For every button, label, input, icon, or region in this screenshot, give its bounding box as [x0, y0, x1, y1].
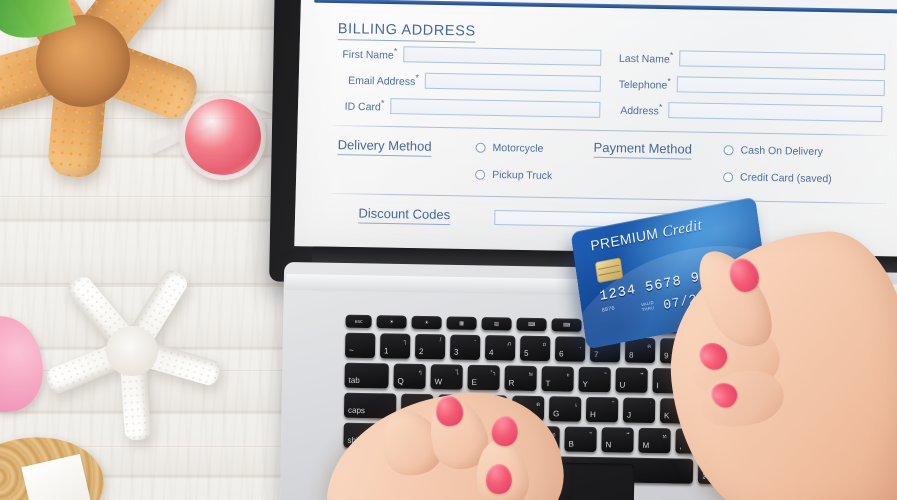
key-f1[interactable]: ☀ — [376, 315, 407, 329]
card-brand-credit: Credit — [661, 217, 704, 241]
email-address-input[interactable] — [424, 72, 601, 92]
key-m[interactable]: Mท — [638, 427, 671, 454]
key-y[interactable]: Yั — [578, 366, 611, 393]
delivery-option-motorcycle[interactable]: Motorcycle — [475, 141, 544, 155]
payment-method-title: Payment Method — [593, 139, 693, 160]
section-divider — [331, 124, 888, 137]
payment-option-cash-on-delivery[interactable]: Cash On Delivery — [723, 144, 823, 158]
address-input[interactable] — [668, 102, 883, 123]
section-divider — [330, 192, 887, 205]
form-row-last-name: Last Name* — [613, 49, 886, 71]
form-row-address: Address* — [612, 101, 883, 123]
white-starfish-icon — [24, 250, 240, 450]
page-top-accent-bar — [314, 0, 897, 14]
delivery-option-pickup-truck[interactable]: Pickup Truck — [475, 169, 552, 182]
key-5[interactable]: 5ถ — [519, 335, 551, 362]
fingernail — [485, 463, 513, 495]
key-b[interactable]: Bิ — [564, 426, 597, 453]
last-name-input[interactable] — [679, 50, 886, 71]
key-h[interactable]: H้ — [585, 396, 619, 423]
key-q[interactable]: Qๆ — [393, 363, 426, 390]
key-f5[interactable]: ⌨ — [516, 317, 547, 332]
key-1[interactable]: 1ๅ — [379, 333, 411, 359]
key-n[interactable]: Nื — [601, 427, 634, 453]
key-t[interactable]: Tะ — [541, 366, 574, 392]
telephone-label: Telephone* — [618, 76, 671, 92]
delivery-method-title: Delivery Method — [337, 137, 432, 157]
key-f6[interactable]: ⌨ — [551, 318, 582, 332]
key-r[interactable]: Rพ — [504, 365, 537, 392]
key-esc[interactable]: esc — [345, 314, 372, 329]
discount-codes-title: Discount Codes — [358, 205, 451, 226]
key-tab[interactable]: tab — [344, 362, 389, 389]
key-f4[interactable]: ▤ — [481, 317, 512, 331]
delivery-option-motorcycle-label: Motorcycle — [492, 141, 544, 155]
key-3[interactable]: 3- — [449, 334, 481, 361]
payment-option-credit-card-label: Credit Card (saved) — [740, 171, 832, 186]
delivery-option-pickup-truck-label: Pickup Truck — [492, 168, 553, 183]
form-row-first-name: First Name* — [337, 45, 602, 66]
key-tilde[interactable]: ~ — [344, 332, 376, 359]
form-row-id-card: ID Card* — [336, 97, 601, 118]
address-label: Address* — [620, 102, 663, 118]
key-u[interactable]: Uี — [615, 367, 648, 393]
payment-option-credit-card[interactable]: Credit Card (saved) — [723, 171, 832, 185]
key-e[interactable]: Eำ — [467, 364, 500, 391]
radio-unchecked-icon[interactable] — [723, 172, 734, 183]
first-name-input[interactable] — [403, 46, 602, 66]
form-row-telephone: Telephone* — [613, 75, 885, 97]
payment-option-cash-on-delivery-label: Cash On Delivery — [740, 144, 823, 158]
key-g[interactable]: Gเ — [548, 396, 582, 422]
telephone-input[interactable] — [676, 76, 885, 97]
radio-unchecked-icon[interactable] — [723, 145, 734, 156]
first-name-label: First Name* — [342, 46, 398, 62]
key-6[interactable]: 6ุ — [554, 336, 586, 362]
key-f2[interactable]: ☀ — [411, 315, 442, 330]
key-j[interactable]: J่ — [622, 397, 656, 424]
id-card-label: ID Card* — [344, 98, 385, 114]
form-row-email: Email Address* — [337, 71, 601, 92]
key-2[interactable]: 2/ — [414, 333, 446, 360]
card-brand-premium: PREMIUM — [589, 224, 660, 254]
key-8[interactable]: 8ค — [624, 337, 656, 364]
id-card-input[interactable] — [390, 98, 601, 118]
last-name-label: Last Name* — [618, 50, 674, 66]
key-w[interactable]: Wไ — [430, 364, 463, 390]
email-address-label: Email Address* — [348, 72, 419, 89]
radio-unchecked-icon[interactable] — [475, 169, 486, 180]
key-4[interactable]: 4ภ — [484, 335, 516, 361]
checkout-scene: BILLING ADDRESS First Name* Email Addres… — [0, 0, 897, 500]
radio-unchecked-icon[interactable] — [475, 142, 486, 153]
key-f3[interactable]: ▦ — [446, 316, 477, 330]
page-title: BILLING ADDRESS — [337, 21, 476, 43]
